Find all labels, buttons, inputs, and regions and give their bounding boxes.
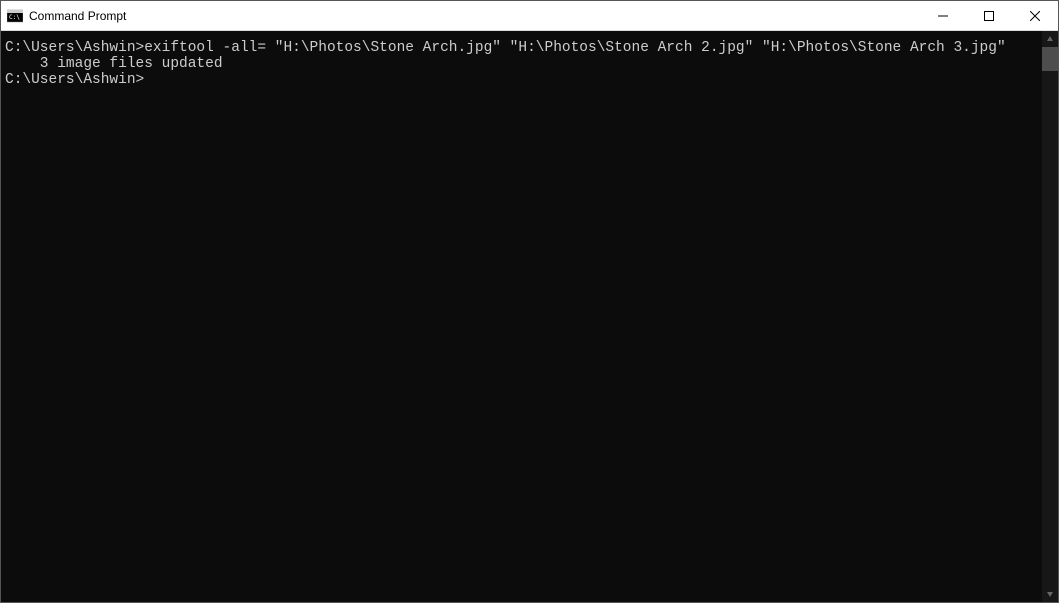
- vertical-scrollbar[interactable]: [1042, 31, 1058, 602]
- window-title: Command Prompt: [29, 9, 126, 23]
- svg-text:C:\: C:\: [9, 14, 20, 21]
- window-controls: [920, 1, 1058, 30]
- terminal-output[interactable]: C:\Users\Ashwin>exiftool -all= "H:\Photo…: [1, 31, 1042, 602]
- terminal-area: C:\Users\Ashwin>exiftool -all= "H:\Photo…: [1, 31, 1058, 602]
- scroll-thumb[interactable]: [1042, 47, 1058, 71]
- scroll-track[interactable]: [1042, 47, 1058, 586]
- title-bar: C:\ Command Prompt: [1, 1, 1058, 31]
- output-line: 3 image files updated: [5, 57, 1038, 73]
- title-bar-left: C:\ Command Prompt: [1, 8, 920, 24]
- scroll-down-button[interactable]: [1042, 586, 1058, 602]
- scroll-up-button[interactable]: [1042, 31, 1058, 47]
- maximize-button[interactable]: [966, 1, 1012, 30]
- prompt-line: C:\Users\Ashwin>: [5, 73, 1038, 89]
- minimize-button[interactable]: [920, 1, 966, 30]
- cmd-icon: C:\: [7, 8, 23, 24]
- command-prompt-window: C:\ Command Prompt C:\Users\Ashwin>exift…: [0, 0, 1059, 603]
- output-line: C:\Users\Ashwin>exiftool -all= "H:\Photo…: [5, 41, 1038, 57]
- close-button[interactable]: [1012, 1, 1058, 30]
